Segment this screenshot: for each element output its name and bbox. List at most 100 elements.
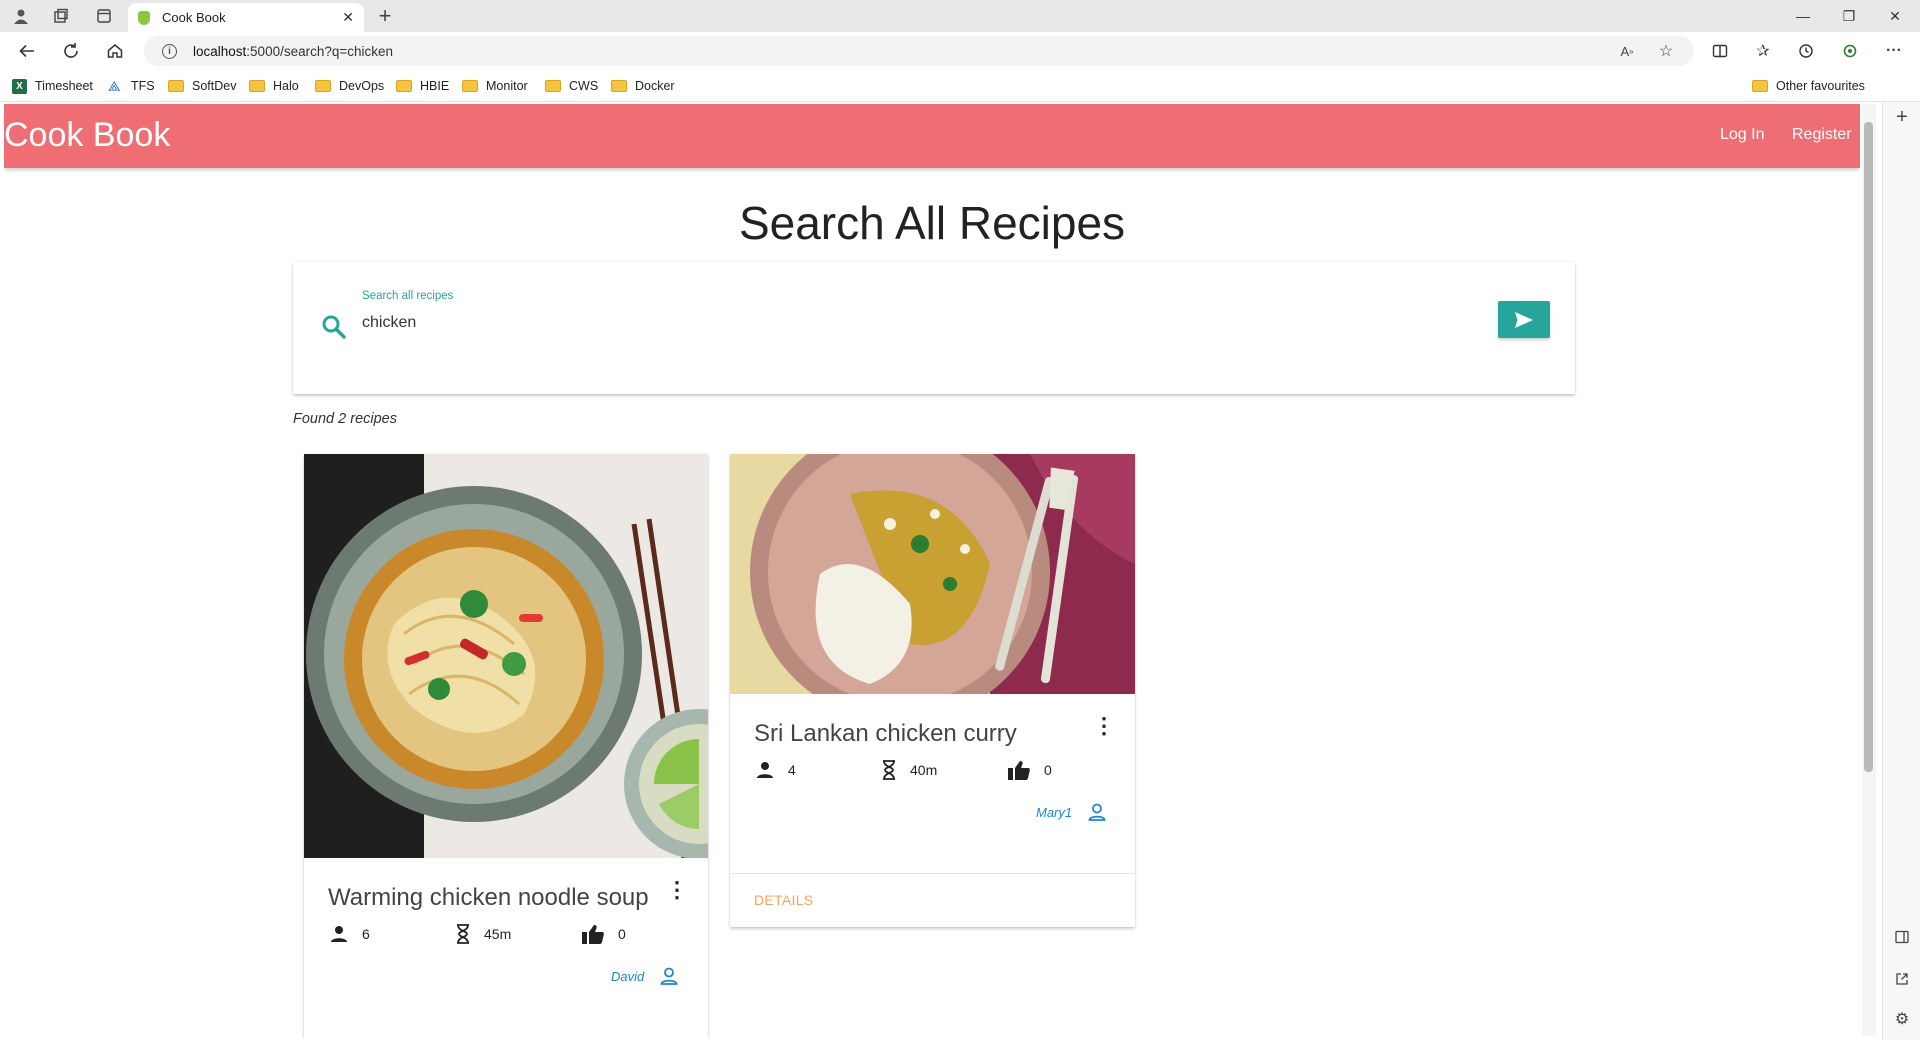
bookmark-docker[interactable]: Docker xyxy=(611,77,675,95)
recipe-card[interactable]: Sri Lankan chicken curry ⋮ 4 40m 0 Mary1… xyxy=(730,454,1135,927)
split-screen-icon[interactable] xyxy=(1707,38,1733,64)
settings-more-icon[interactable]: ··· xyxy=(1881,38,1907,64)
refresh-icon[interactable] xyxy=(58,38,84,64)
time-value: 40m xyxy=(910,762,938,778)
servings-stat: 6 xyxy=(330,925,370,943)
bookmark-label: Monitor xyxy=(486,79,528,93)
bookmark-halo[interactable]: Halo xyxy=(249,77,299,95)
recipe-card[interactable]: Warming chicken noodle soup ⋮ 6 45m 0 Da… xyxy=(304,454,708,1038)
details-link[interactable]: DETAILS xyxy=(754,892,813,908)
bookmark-label: SoftDev xyxy=(192,79,237,93)
login-link[interactable]: Log In xyxy=(1720,126,1764,144)
close-window-icon[interactable]: ✕ xyxy=(1872,0,1918,32)
author-name[interactable]: Mary1 xyxy=(1036,805,1072,820)
card-divider xyxy=(730,873,1135,874)
folder-icon xyxy=(249,80,265,92)
sidebar-toggle-icon[interactable] xyxy=(1889,924,1915,950)
bookmark-label: Other favourites xyxy=(1776,79,1865,93)
page-title: Search All Recipes xyxy=(738,197,1126,249)
search-input[interactable] xyxy=(362,308,1452,338)
bookmark-label: TFS xyxy=(131,79,155,93)
site-info-icon[interactable]: i xyxy=(162,43,177,59)
folder-icon xyxy=(462,80,478,92)
excel-icon: X xyxy=(12,78,27,94)
read-aloud-icon[interactable]: A» xyxy=(1614,38,1640,64)
bookmark-other-favourites[interactable]: Other favourites xyxy=(1752,77,1865,95)
time-stat: 40m xyxy=(882,760,937,780)
servings-value: 4 xyxy=(788,762,796,778)
author-name[interactable]: David xyxy=(611,969,644,984)
restore-icon[interactable]: ❐ xyxy=(1826,0,1872,32)
thumb-up-icon[interactable] xyxy=(1008,760,1030,780)
cookbook-page: Cook Book Log In Register Search All Rec… xyxy=(4,104,1860,1038)
back-arrow-icon[interactable] xyxy=(14,38,40,64)
workspaces-icon[interactable] xyxy=(48,3,74,29)
person-icon xyxy=(331,926,347,942)
recipe-title[interactable]: Sri Lankan chicken curry xyxy=(754,720,1017,748)
bookmark-tfs[interactable]: ⟁ TFS xyxy=(108,77,155,95)
browser-tab-bar: Cook Book ✕ + — ❐ ✕ xyxy=(0,0,1920,32)
open-external-icon[interactable] xyxy=(1889,966,1915,992)
servings-value: 6 xyxy=(362,926,370,942)
search-label: Search all recipes xyxy=(362,290,454,302)
recipe-image-noodle-soup[interactable] xyxy=(304,454,708,858)
favourites-icon[interactable]: ✰ xyxy=(1750,38,1776,64)
author-row[interactable]: Mary1 xyxy=(1036,803,1106,821)
history-icon[interactable] xyxy=(1793,38,1819,64)
sidebar-settings-gear-icon[interactable]: ⚙ xyxy=(1889,1006,1915,1032)
bookmark-label: CWS xyxy=(569,79,599,93)
bookmark-hbie[interactable]: HBIE xyxy=(396,77,449,95)
author-row[interactable]: David xyxy=(611,967,678,985)
bookmark-timesheet[interactable]: X Timesheet xyxy=(12,77,93,95)
favourite-star-icon[interactable]: ☆ xyxy=(1653,38,1679,64)
tab-title: Cook Book xyxy=(162,10,226,25)
address-bar[interactable]: i localhost:5000/search?q=chicken xyxy=(144,36,1694,66)
recipe-image-chicken-curry[interactable] xyxy=(730,454,1135,694)
person-icon xyxy=(757,762,773,778)
bookmark-label: DevOps xyxy=(339,79,385,93)
close-tab-icon[interactable]: ✕ xyxy=(342,9,354,26)
bookmark-label: HBIE xyxy=(420,79,450,93)
user-outline-icon xyxy=(660,967,678,985)
search-submit-button[interactable] xyxy=(1498,301,1550,338)
folder-icon xyxy=(168,80,184,92)
bookmark-label: Timesheet xyxy=(35,79,93,93)
bookmark-monitor[interactable]: Monitor xyxy=(462,77,528,95)
new-tab-plus-icon[interactable]: + xyxy=(372,3,398,29)
register-link[interactable]: Register xyxy=(1792,126,1852,144)
brand-logo[interactable]: Cook Book xyxy=(4,116,170,155)
url-path: :5000/search?q=chicken xyxy=(246,43,394,59)
more-vert-icon[interactable]: ⋮ xyxy=(666,879,688,901)
folder-icon xyxy=(396,80,412,92)
home-icon[interactable] xyxy=(102,38,128,64)
extensions-icon[interactable] xyxy=(1837,38,1863,64)
recipe-title[interactable]: Warming chicken noodle soup xyxy=(328,884,649,912)
thumb-up-icon[interactable] xyxy=(582,924,604,944)
app-navbar: Cook Book Log In Register xyxy=(4,104,1860,168)
servings-stat: 4 xyxy=(756,761,796,779)
browser-tab-cookbook[interactable]: Cook Book ✕ xyxy=(128,3,364,32)
likes-value: 0 xyxy=(618,926,626,942)
add-sidebar-plus-icon[interactable]: + xyxy=(1889,104,1915,130)
bookmarks-bar: X Timesheet ⟁ TFS SoftDev Halo DevOps HBIE… xyxy=(0,70,1920,102)
page-scrollbar-thumb[interactable] xyxy=(1864,122,1873,772)
profile-icon[interactable] xyxy=(8,3,34,29)
cookbook-favicon-icon xyxy=(138,10,150,25)
search-card: Search all recipes xyxy=(293,262,1575,394)
time-value: 45m xyxy=(484,926,512,942)
folder-icon xyxy=(1752,80,1768,92)
bookmark-cws[interactable]: CWS xyxy=(545,77,598,95)
time-stat: 45m xyxy=(456,924,511,944)
hourglass-icon xyxy=(883,760,895,780)
send-arrow-icon xyxy=(1515,311,1533,328)
likes-value: 0 xyxy=(1044,762,1052,778)
folder-icon xyxy=(545,80,561,92)
user-outline-icon xyxy=(1088,803,1106,821)
minimize-icon[interactable]: — xyxy=(1780,0,1826,32)
azure-devops-icon: ⟁ xyxy=(108,77,121,94)
likes-stat: 0 xyxy=(582,924,626,944)
bookmark-devops[interactable]: DevOps xyxy=(315,77,384,95)
more-vert-icon[interactable]: ⋮ xyxy=(1093,715,1115,737)
bookmark-softdev[interactable]: SoftDev xyxy=(168,77,236,95)
tab-actions-icon[interactable] xyxy=(91,3,117,29)
